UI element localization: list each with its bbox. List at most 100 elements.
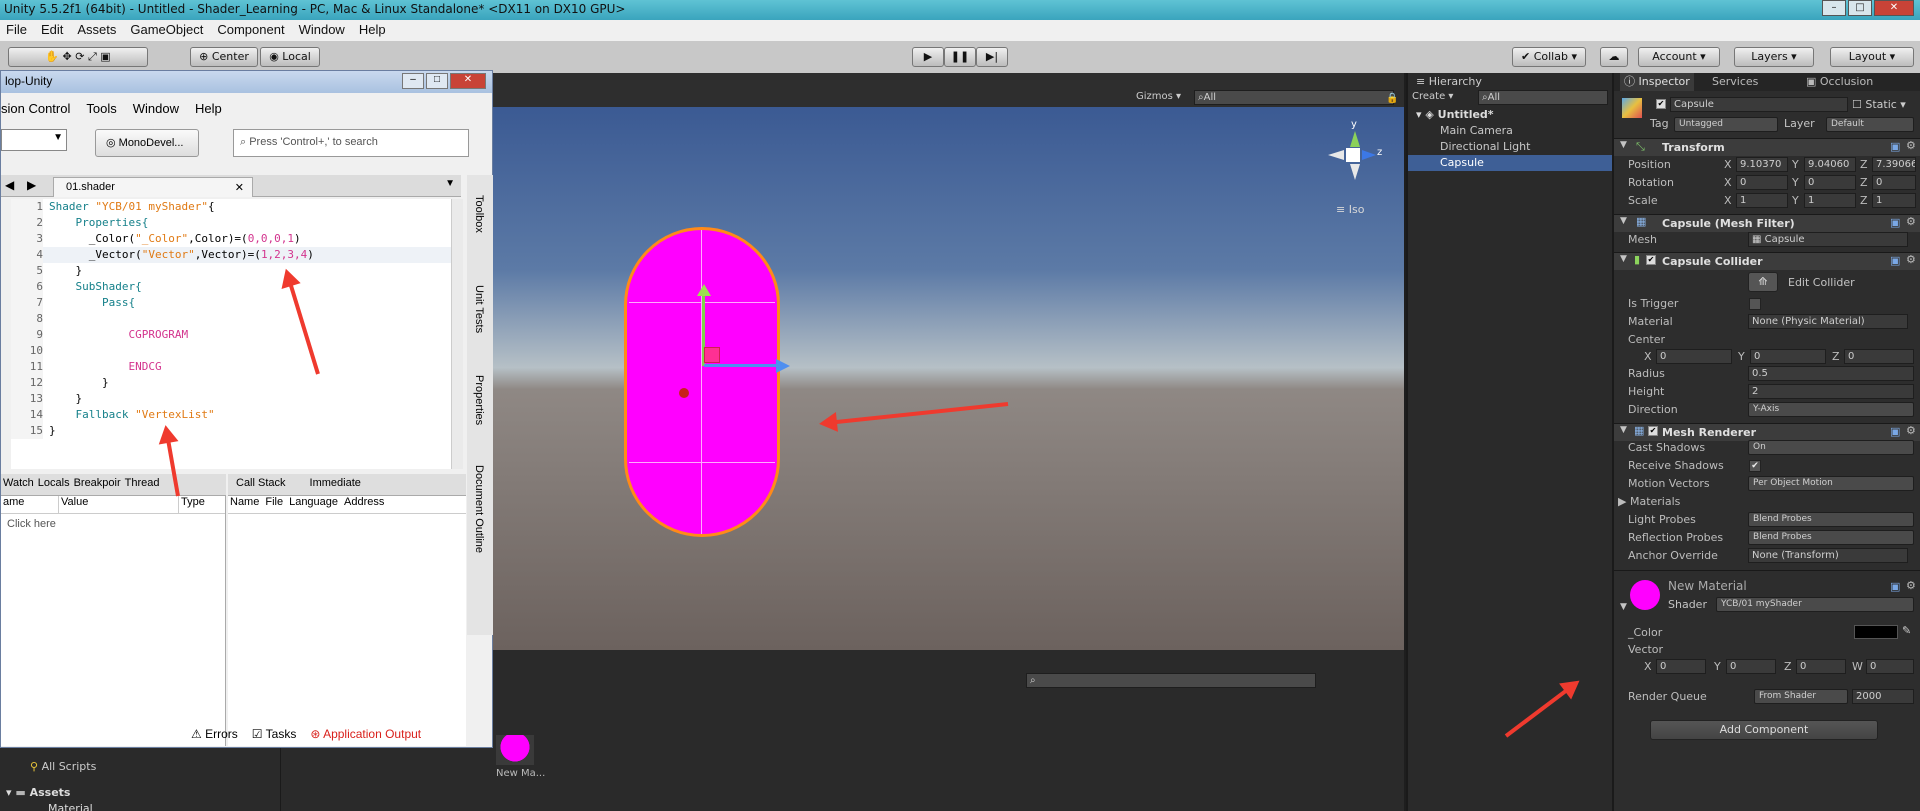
play-button[interactable]: ▶ — [912, 47, 944, 67]
transform-z-field[interactable]: 1 — [1872, 193, 1916, 208]
side-tab-document-outline[interactable]: Document Outline — [473, 465, 485, 553]
eyedropper-icon[interactable]: ✎ — [1902, 624, 1911, 637]
vector-z-field[interactable]: 0 — [1796, 659, 1846, 674]
hierarchy-item-directional-light[interactable]: Directional Light — [1440, 140, 1530, 153]
callstack-col-address[interactable]: Address — [344, 496, 384, 513]
tab-immediate[interactable]: Immediate — [310, 477, 361, 492]
all-scripts-item[interactable]: ⚲ All Scripts — [30, 760, 96, 773]
transform-z-field[interactable]: 7.39066 — [1872, 157, 1916, 172]
code-menu-version-control[interactable]: sion Control — [1, 101, 70, 116]
config-dropdown[interactable]: ▼ — [1, 129, 67, 151]
lock-icon[interactable]: 🔒 — [1386, 93, 1398, 104]
code-line[interactable]: 11 ENDCG — [11, 359, 451, 375]
center-x-field[interactable]: 0 — [1656, 349, 1732, 364]
watch-col-name[interactable]: ame — [1, 496, 59, 513]
code-line[interactable]: 2 Properties{ — [11, 215, 451, 231]
code-minimize-button[interactable]: – — [402, 73, 424, 89]
help-icon[interactable]: ▣ — [1890, 254, 1900, 267]
capsule-collider-header[interactable]: Capsule Collider — [1614, 252, 1920, 270]
code-line[interactable]: 13 } — [11, 391, 451, 407]
layer-dropdown[interactable]: Default — [1826, 117, 1914, 132]
pivot-local-button[interactable]: ◉ Local — [260, 47, 320, 67]
tag-dropdown[interactable]: Untagged — [1674, 117, 1778, 132]
menu-file[interactable]: File — [6, 22, 27, 39]
foldout-icon[interactable]: ▼ — [1620, 140, 1627, 150]
shader-dropdown[interactable]: YCB/01 myShader — [1716, 597, 1914, 612]
mesh-field[interactable]: ▦ Capsule — [1748, 232, 1908, 247]
renderer-enabled-checkbox[interactable]: ✔ — [1648, 426, 1658, 436]
height-field[interactable]: 2 — [1748, 384, 1914, 399]
callstack-col-language[interactable]: Language — [289, 496, 338, 513]
vector-x-field[interactable]: 0 — [1656, 659, 1706, 674]
render-queue-dropdown[interactable]: From Shader — [1754, 689, 1848, 704]
code-line[interactable]: 4 _Vector("Vector",Vector)=(1,2,3,4) — [11, 247, 451, 263]
menu-gameobject[interactable]: GameObject — [130, 22, 203, 39]
code-line[interactable]: 15} — [11, 423, 451, 439]
tab-services[interactable]: Services — [1708, 73, 1762, 91]
iso-label[interactable]: ≡ Iso — [1336, 203, 1364, 216]
code-line[interactable]: 7 Pass{ — [11, 295, 451, 311]
transform-header[interactable]: Transform — [1614, 138, 1920, 156]
y-axis-arrow-icon[interactable] — [697, 284, 711, 296]
tab-dropdown-icon[interactable]: ▼ — [445, 178, 455, 189]
tab-watch[interactable]: Watch — [3, 477, 34, 492]
cloud-icon[interactable]: ☁ — [1600, 47, 1628, 67]
code-line[interactable]: 12 } — [11, 375, 451, 391]
code-line[interactable]: 5 } — [11, 263, 451, 279]
material-folder[interactable]: Material — [48, 802, 93, 811]
receive-shadows-checkbox[interactable]: ✔ — [1749, 460, 1761, 472]
collab-button[interactable]: ✔ Collab ▾ — [1512, 47, 1586, 67]
callstack-col-name[interactable]: Name — [230, 496, 259, 513]
gear-icon[interactable]: ⚙ — [1906, 579, 1916, 592]
transform-z-field[interactable]: 0 — [1872, 175, 1916, 190]
monodevelop-button[interactable]: ◎ MonoDevel... — [95, 129, 199, 157]
collider-material-field[interactable]: None (Physic Material) — [1748, 314, 1908, 329]
z-axis-arrow-icon[interactable] — [776, 359, 790, 373]
gizmos-dropdown[interactable]: Gizmos ▾ — [1136, 91, 1181, 102]
code-editor[interactable]: 1 Shader "YCB/01 myShader"{2 Properties{3… — [11, 199, 451, 469]
code-menu-window[interactable]: Window — [133, 101, 179, 116]
transform-y-field[interactable]: 0 — [1804, 175, 1856, 190]
code-line[interactable]: 6 SubShader{ — [11, 279, 451, 295]
motion-vectors-dropdown[interactable]: Per Object Motion — [1748, 476, 1914, 491]
code-menu-tools[interactable]: Tools — [86, 101, 116, 116]
center-z-field[interactable]: 0 — [1844, 349, 1914, 364]
foldout-icon[interactable]: ▼ — [1620, 602, 1627, 612]
gear-icon[interactable]: ⚙ — [1906, 139, 1916, 152]
application-output-button[interactable]: ⊛ Application Output — [310, 727, 421, 746]
gear-icon[interactable]: ⚙ — [1906, 424, 1916, 437]
add-component-button[interactable]: Add Component — [1650, 720, 1878, 740]
asset-item-label[interactable]: New Ma... — [496, 768, 545, 779]
close-button[interactable]: ✕ — [1874, 0, 1914, 16]
side-tab-unit-tests[interactable]: Unit Tests — [473, 285, 485, 333]
menu-edit[interactable]: Edit — [41, 22, 63, 39]
z-axis-handle[interactable] — [704, 364, 780, 367]
side-tab-toolbox[interactable]: Toolbox — [473, 195, 485, 233]
watch-click-here[interactable]: Click here — [1, 514, 225, 534]
menu-window[interactable]: Window — [299, 22, 345, 39]
tasks-button[interactable]: ☑ Tasks — [252, 727, 297, 746]
code-line[interactable]: 9 CGPROGRAM — [11, 327, 451, 343]
scene-view[interactable]: y z ≡ Iso 🔒 — [404, 93, 1404, 650]
gear-icon[interactable]: ⚙ — [1906, 253, 1916, 266]
code-close-button[interactable]: ✕ — [450, 73, 486, 89]
menu-component[interactable]: Component — [217, 22, 284, 39]
code-search-input[interactable]: ⌕ Press 'Control+,' to search — [233, 129, 469, 157]
code-line[interactable]: 1 Shader "YCB/01 myShader"{ — [11, 199, 451, 215]
code-maximize-button[interactable]: □ — [426, 73, 448, 89]
anchor-override-field[interactable]: None (Transform) — [1748, 548, 1908, 563]
layout-dropdown[interactable]: Layout ▾ — [1830, 47, 1914, 67]
center-y-field[interactable]: 0 — [1750, 349, 1826, 364]
tab-call-stack[interactable]: Call Stack — [236, 477, 286, 492]
transform-tools[interactable]: ✋ ✥ ⟳ ⤢ ▣ — [8, 47, 148, 67]
foldout-icon[interactable]: ▼ — [1620, 425, 1627, 435]
help-icon[interactable]: ▣ — [1890, 425, 1900, 438]
color-swatch[interactable] — [1854, 625, 1898, 639]
code-line[interactable]: 8 — [11, 311, 451, 327]
is-trigger-checkbox[interactable] — [1749, 298, 1761, 310]
transform-y-field[interactable]: 9.04060 — [1804, 157, 1856, 172]
tab-inspector[interactable]: ⓘ Inspector — [1620, 73, 1694, 91]
callstack-col-file[interactable]: File — [265, 496, 283, 513]
capsule-object[interactable] — [624, 227, 780, 537]
scene-root-item[interactable]: ▾ ◈ Untitled* — [1416, 108, 1494, 121]
